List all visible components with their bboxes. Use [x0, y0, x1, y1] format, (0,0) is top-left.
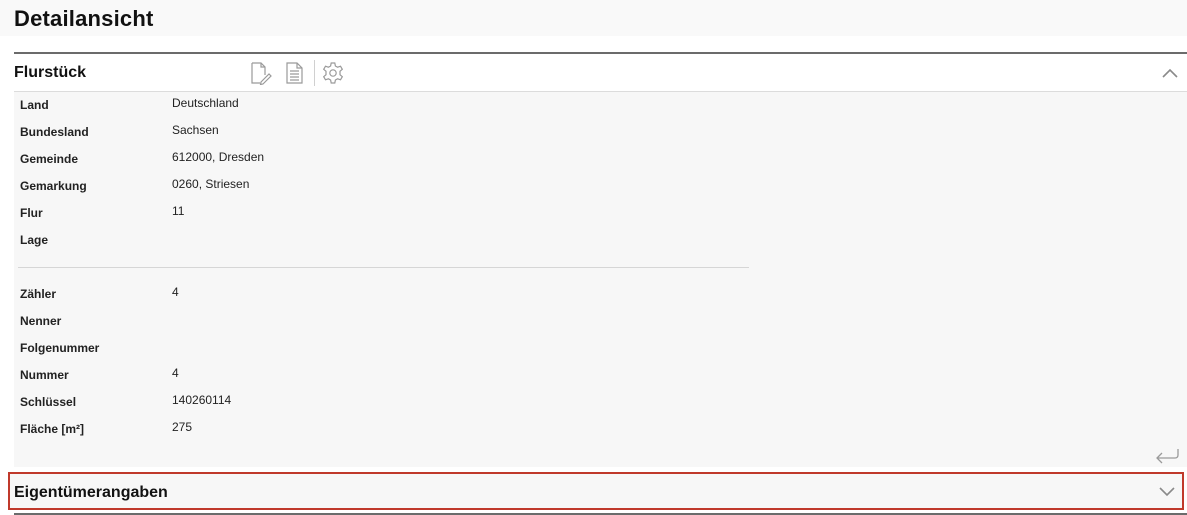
edit-document-icon — [251, 62, 272, 85]
page-title: Detailansicht — [14, 6, 154, 31]
chevron-down-icon — [1159, 487, 1175, 497]
field-value: 0260, Striesen — [172, 177, 250, 191]
document-button[interactable] — [282, 60, 308, 86]
eigentuemer-panel-title: Eigentümerangaben — [14, 484, 168, 501]
toolbar-separator — [314, 60, 315, 86]
field-label: Zähler — [20, 287, 57, 301]
collapse-button[interactable] — [1159, 64, 1181, 82]
field-value: 4 — [172, 285, 179, 299]
flurstueck-panel: Flurstück Land Deutschland Bundesland Sa… — [14, 52, 1187, 467]
field-label: Land — [20, 98, 49, 112]
eigentuemer-panel-header[interactable]: Eigentümerangaben — [8, 472, 1184, 510]
field-label: Gemeinde — [20, 152, 79, 166]
field-value: 11 — [172, 204, 185, 218]
section-divider — [18, 267, 749, 268]
expand-button[interactable] — [1156, 483, 1178, 501]
edit-document-button[interactable] — [247, 60, 273, 86]
field-label: Nenner — [20, 314, 62, 328]
flurstueck-panel-title: Flurstück — [14, 64, 87, 81]
field-label: Nummer — [20, 368, 69, 382]
return-icon — [1156, 449, 1179, 464]
field-label: Schlüssel — [20, 395, 77, 409]
field-value: 612000, Dresden — [172, 150, 265, 164]
gear-icon — [322, 62, 344, 84]
return-button[interactable] — [1153, 444, 1181, 468]
field-value: 275 — [172, 420, 193, 434]
field-label: Fläche [m²] — [20, 422, 85, 436]
flurstueck-panel-header: Flurstück — [14, 54, 1187, 92]
page-header: Detailansicht — [0, 0, 1187, 36]
document-icon — [286, 62, 303, 84]
field-label: Lage — [20, 233, 49, 247]
settings-button[interactable] — [320, 60, 346, 86]
field-value: Deutschland — [172, 96, 239, 110]
field-label: Flur — [20, 206, 43, 220]
field-label: Folgenummer — [20, 341, 100, 355]
field-label: Gemarkung — [20, 179, 87, 193]
field-value: 140260114 — [172, 393, 232, 407]
field-value: Sachsen — [172, 123, 219, 137]
field-value: 4 — [172, 366, 179, 380]
field-label: Bundesland — [20, 125, 89, 139]
chevron-up-icon — [1162, 68, 1178, 78]
